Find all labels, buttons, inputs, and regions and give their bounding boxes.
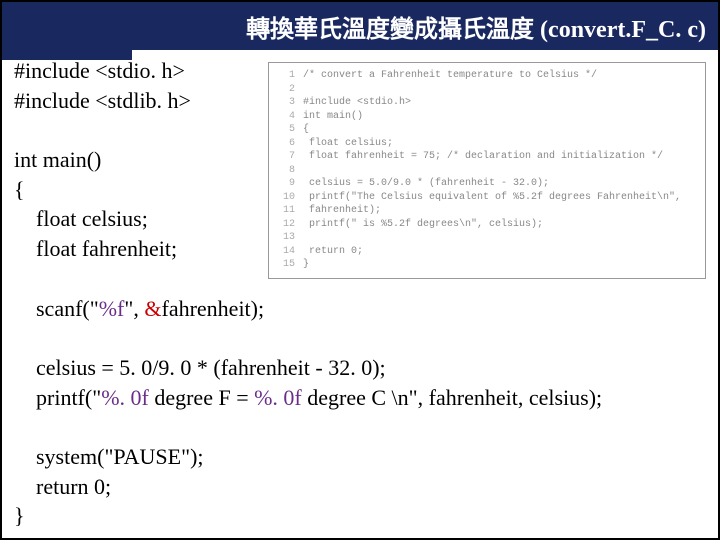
snip-line: #include <stdio.h> xyxy=(303,97,411,108)
snip-line: { xyxy=(303,124,309,135)
code-snippet-image: 1/* convert a Fahrenheit temperature to … xyxy=(268,62,706,279)
snip-line: printf(" is %5.2f degrees\n", celsius); xyxy=(303,219,543,230)
title-bar: 轉換華氏溫度變成攝氏溫度 (convert.F_C. c) xyxy=(2,2,718,50)
code-line: printf("%. 0f degree F = %. 0f degree C … xyxy=(14,383,706,413)
snip-line: return 0; xyxy=(303,246,363,257)
code-line: celsius = 5. 0/9. 0 * (fahrenheit - 32. … xyxy=(14,353,706,383)
snip-line: int main() xyxy=(303,111,363,122)
snip-line: /* convert a Fahrenheit temperature to C… xyxy=(303,70,597,81)
snip-line: printf("The Celsius equivalent of %5.2f … xyxy=(303,192,681,203)
snip-line: float fahrenheit = 75; /* declaration an… xyxy=(303,151,663,162)
snip-line: float celsius; xyxy=(303,138,393,149)
code-line: } xyxy=(14,501,706,531)
slide-title: 轉換華氏溫度變成攝氏溫度 (convert.F_C. c) xyxy=(246,9,706,44)
code-line: return 0; xyxy=(14,472,706,502)
snip-line: celsius = 5.0/9.0 * (fahrenheit - 32.0); xyxy=(303,178,549,189)
slide: 轉換華氏溫度變成攝氏溫度 (convert.F_C. c) 1/* conver… xyxy=(0,0,720,540)
code-line: scanf("%f", &fahrenheit); xyxy=(14,294,706,324)
snip-line: } xyxy=(303,259,309,270)
content-area: 1/* convert a Fahrenheit temperature to … xyxy=(14,56,706,526)
snip-line: fahrenheit); xyxy=(303,205,381,216)
code-line: system("PAUSE"); xyxy=(14,442,706,472)
